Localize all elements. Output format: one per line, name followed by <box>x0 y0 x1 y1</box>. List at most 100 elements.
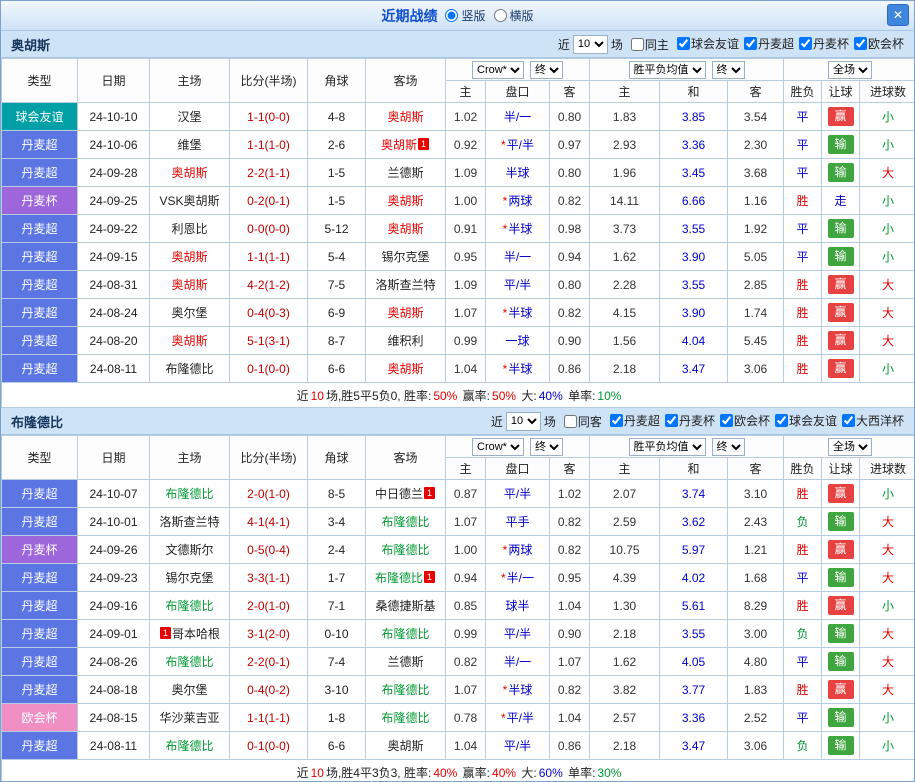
avg-odds-select[interactable]: 胜平负均值 <box>628 437 706 456</box>
league-filter[interactable]: 欧会杯 <box>719 412 770 429</box>
away-team-name[interactable]: 锡尔克堡 <box>381 250 429 264</box>
avg-final-select[interactable]: 终 <box>711 437 745 456</box>
home-team-name[interactable]: 锡尔克堡 <box>165 571 213 585</box>
result: 胜 <box>783 354 823 383</box>
away-team-name[interactable]: 洛斯查兰特 <box>375 278 435 292</box>
league-filter-checkbox[interactable] <box>841 414 855 427</box>
star-mark: * <box>500 571 506 585</box>
league-filter-checkbox[interactable] <box>743 37 757 50</box>
away-team-name[interactable]: 奥胡斯 <box>381 138 417 152</box>
league-filter-checkbox[interactable] <box>853 37 867 50</box>
away-team-name[interactable]: 奥胡斯 <box>387 110 423 124</box>
home-team-name[interactable]: 奥胡斯 <box>171 334 207 348</box>
avg-home: 2.93 <box>589 130 661 159</box>
home-team-name[interactable]: 奥胡斯 <box>171 278 207 292</box>
home-team-name[interactable]: VSK奥胡斯 <box>159 194 219 208</box>
away-team-name[interactable]: 布隆德比 <box>381 711 429 725</box>
away-team-name[interactable]: 布隆德比 <box>381 543 429 557</box>
summary-segment: 40% <box>433 765 458 780</box>
league-filter[interactable]: 球会友谊 <box>774 412 837 429</box>
handicap: 平/半 <box>485 731 550 760</box>
away-team-name[interactable]: 布隆德比 <box>381 627 429 641</box>
scope-select[interactable]: 全场 <box>828 60 873 79</box>
away-team-name[interactable]: 桑德捷斯基 <box>375 599 435 613</box>
home-team-name[interactable]: 洛斯查兰特 <box>159 515 219 529</box>
layout-horizontal-radio[interactable]: 横版 <box>493 7 534 24</box>
avg-odds-select[interactable]: 胜平负均值 <box>628 60 706 79</box>
league-filter-checkbox[interactable] <box>609 414 623 427</box>
corner-score: 3-10 <box>307 675 366 704</box>
home-team-name[interactable]: 奥胡斯 <box>171 250 207 264</box>
col-header-home: 主场 <box>149 435 230 480</box>
home-team-name[interactable]: 布隆德比 <box>165 655 213 669</box>
league-filter[interactable]: 丹麦杯 <box>664 412 715 429</box>
avg-away: 3.00 <box>727 619 785 648</box>
horizontal-radio-input[interactable] <box>493 9 507 22</box>
same-venue-checkbox[interactable] <box>630 37 644 51</box>
away-team-name[interactable]: 维积利 <box>387 334 423 348</box>
same-venue-filter[interactable]: 同客 <box>563 413 602 430</box>
league-filter[interactable]: 丹麦超 <box>609 412 660 429</box>
recent-count-select[interactable]: 10 <box>572 34 608 54</box>
corner-score: 0-10 <box>307 619 366 648</box>
match-row: 丹麦超 24-10-01 洛斯查兰特 4-1(4-1) 3-4 布隆德比 1.07 平手 0.8… <box>1 507 914 536</box>
home-team-name[interactable]: 奥尔堡 <box>171 306 207 320</box>
close-button[interactable]: ✕ <box>887 4 909 26</box>
away-team-name[interactable]: 布隆德比 <box>375 571 423 585</box>
league-filter-checkbox[interactable] <box>664 414 678 427</box>
odds-final-select[interactable]: 终 <box>530 60 564 79</box>
away-team-name[interactable]: 奥胡斯 <box>387 739 423 753</box>
home-team-name[interactable]: 哥本哈根 <box>172 627 220 641</box>
avg-draw: 3.55 <box>659 619 729 648</box>
home-team-name[interactable]: 利恩比 <box>171 222 207 236</box>
league-badge: 丹麦超 <box>1 619 78 648</box>
league-filter-checkbox[interactable] <box>774 414 788 427</box>
league-filter[interactable]: 丹麦杯 <box>798 35 849 52</box>
odds-provider-select[interactable]: Crow* <box>472 437 525 456</box>
away-team-name[interactable]: 布隆德比 <box>381 683 429 697</box>
odds-provider-select[interactable]: Crow* <box>472 60 525 79</box>
handicap-result-badge: 赢 <box>827 596 854 615</box>
league-filter[interactable]: 球会友谊 <box>676 35 739 52</box>
avg-final-select[interactable]: 终 <box>711 60 745 79</box>
away-team-name[interactable]: 中日德兰 <box>375 487 423 501</box>
recent-count-select[interactable]: 10 <box>505 411 541 431</box>
home-team-name[interactable]: 布隆德比 <box>165 362 213 376</box>
away-team-name[interactable]: 奥胡斯 <box>387 194 423 208</box>
home-team-name[interactable]: 汉堡 <box>177 110 201 124</box>
same-venue-checkbox[interactable] <box>563 414 577 428</box>
away-team-cell: 锡尔克堡 <box>365 242 446 271</box>
vertical-radio-input[interactable] <box>445 9 459 22</box>
result: 胜 <box>783 326 823 355</box>
home-team-name[interactable]: 布隆德比 <box>165 739 213 753</box>
league-filter-checkbox[interactable] <box>719 414 733 427</box>
home-team-name[interactable]: 奥胡斯 <box>171 166 207 180</box>
home-team-name[interactable]: 奥尔堡 <box>171 683 207 697</box>
away-team-name[interactable]: 布隆德比 <box>381 515 429 529</box>
home-team-name[interactable]: 维堡 <box>177 138 201 152</box>
league-filter[interactable]: 欧会杯 <box>853 35 904 52</box>
away-team-name[interactable]: 兰德斯 <box>387 655 423 669</box>
title-bar: 近期战绩 竖版 横版 ✕ <box>1 1 914 31</box>
league-filter[interactable]: 大西洋杯 <box>841 412 904 429</box>
home-team-name[interactable]: 布隆德比 <box>165 599 213 613</box>
odds-final-select[interactable]: 终 <box>530 437 564 456</box>
away-team-name[interactable]: 兰德斯 <box>387 166 423 180</box>
home-team-name[interactable]: 布隆德比 <box>165 487 213 501</box>
home-team-name[interactable]: 华沙莱吉亚 <box>159 711 219 725</box>
league-filter[interactable]: 丹麦超 <box>743 35 794 52</box>
same-venue-filter[interactable]: 同主 <box>630 36 669 53</box>
match-date: 24-08-11 <box>77 731 150 760</box>
scope-select[interactable]: 全场 <box>828 437 873 456</box>
home-team-name[interactable]: 文德斯尔 <box>165 543 213 557</box>
away-team-name[interactable]: 奥胡斯 <box>387 222 423 236</box>
match-date: 24-09-25 <box>77 186 150 215</box>
layout-vertical-radio[interactable]: 竖版 <box>445 7 486 24</box>
league-filter-checkbox[interactable] <box>798 37 812 50</box>
league-filter-checkbox[interactable] <box>676 37 690 50</box>
away-team-name[interactable]: 奥胡斯 <box>387 362 423 376</box>
match-score: 3-3(1-1) <box>229 563 308 592</box>
corner-score: 6-6 <box>307 354 366 383</box>
away-team-name[interactable]: 奥胡斯 <box>387 306 423 320</box>
away-odds: 0.90 <box>548 326 591 355</box>
